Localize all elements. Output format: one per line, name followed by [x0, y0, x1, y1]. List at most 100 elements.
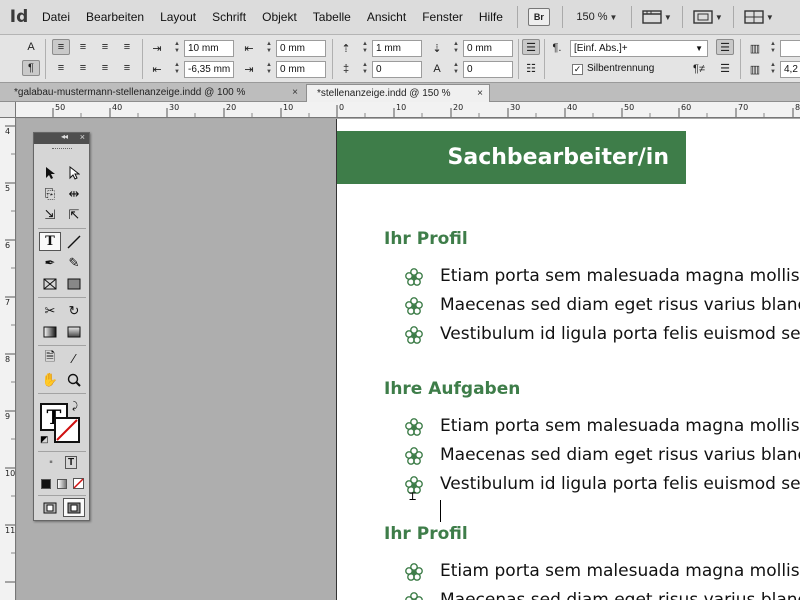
menu-ansicht[interactable]: Ansicht — [359, 0, 414, 35]
formatting-container-button[interactable]: ▪ — [42, 453, 60, 472]
menu-datei[interactable]: Datei — [34, 0, 78, 35]
menu-bearbeiten[interactable]: Bearbeiten — [78, 0, 152, 35]
line-tool[interactable] — [63, 232, 85, 251]
numbered-list-icon[interactable]: ☷ — [522, 60, 540, 76]
note-tool[interactable]: 🗎 — [39, 349, 61, 368]
collapse-panel-icon[interactable]: ◂◂ — [61, 132, 68, 141]
stroke-swatch-icon[interactable] — [54, 417, 80, 443]
paragraph-mode-icon[interactable]: ¶ — [22, 60, 40, 76]
pen-tool[interactable]: ✒ — [39, 253, 61, 272]
align-to-grid-off-icon[interactable]: ☰ — [716, 39, 734, 55]
menu-fenster[interactable]: Fenster — [414, 0, 471, 35]
align-right-icon[interactable]: ≡ — [96, 39, 114, 55]
character-mode-icon[interactable]: A — [22, 39, 40, 55]
gap-tool[interactable]: ⇹ — [63, 184, 85, 203]
section-heading-tasks[interactable]: Ihre Aufgaben — [384, 379, 520, 399]
direct-selection-tool[interactable] — [63, 163, 85, 182]
view-options-button[interactable]: ▼ — [638, 7, 676, 27]
menu-hilfe[interactable]: Hilfe — [471, 0, 511, 35]
scissors-tool[interactable]: ✂ — [39, 301, 61, 320]
horizontal-ruler[interactable]: 50 40 30 20 10 0 10 20 30 40 50 60 70 80 — [0, 102, 800, 118]
align-to-grid-on-icon[interactable]: ☰ — [716, 60, 734, 76]
justify-center-icon[interactable]: ≡ — [74, 60, 92, 76]
arrange-documents-button[interactable]: ▼ — [740, 7, 778, 27]
page-tool[interactable]: ⎘ — [39, 184, 61, 203]
default-colors-icon[interactable]: ◩ — [40, 434, 49, 445]
align-left-icon[interactable]: ≡ — [52, 39, 70, 55]
paragraph-style-dropdown[interactable]: [Einf. Abs.]+ ▼ — [570, 40, 708, 57]
normal-view-button[interactable] — [39, 498, 61, 517]
align-spine-icon[interactable]: ≡ — [118, 60, 136, 76]
screen-mode-button[interactable]: ▼ — [689, 7, 727, 27]
last-line-indent-field[interactable]: 0 mm — [276, 61, 326, 78]
preview-view-button[interactable] — [63, 498, 85, 517]
first-line-indent-field[interactable]: -6,35 mm — [184, 61, 234, 78]
rectangle-tool[interactable] — [63, 274, 85, 293]
tools-panel-header[interactable]: ◂◂ × — [34, 132, 89, 144]
tab-galabau-document[interactable]: *galabau-mustermann-stellenanzeige.indd … — [4, 84, 304, 102]
dropcap-lines-field[interactable]: 0 — [372, 61, 422, 78]
selection-tool[interactable] — [39, 163, 61, 182]
bridge-button[interactable]: Br — [527, 8, 550, 26]
pencil-tool[interactable]: ✎ — [63, 253, 85, 272]
first-line-indent-stepper[interactable]: ▲ ▼ — [172, 61, 182, 77]
menu-objekt[interactable]: Objekt — [254, 0, 305, 35]
type-tool[interactable]: T — [39, 232, 61, 251]
right-indent-field[interactable]: 0 mm — [276, 40, 326, 57]
column-span-icon: ▥ — [749, 63, 761, 76]
column-width-stepper[interactable]: ▲ ▼ — [768, 61, 778, 77]
free-transform-tool[interactable]: ↻ — [63, 301, 85, 320]
last-line-indent-stepper[interactable]: ▲ ▼ — [264, 61, 274, 77]
dropcap-chars-stepper[interactable]: ▲ ▼ — [451, 61, 461, 77]
left-indent-stepper[interactable]: ▲ ▼ — [172, 40, 182, 56]
columns-stepper[interactable]: ▲ ▼ — [768, 40, 778, 56]
hyphenation-checkbox[interactable]: ✓ — [572, 64, 583, 75]
left-indent-field[interactable]: 10 mm — [184, 40, 234, 57]
menu-schrift[interactable]: Schrift — [204, 0, 254, 35]
justify-right-icon[interactable]: ≡ — [96, 60, 114, 76]
menu-layout[interactable]: Layout — [152, 0, 204, 35]
bulleted-list-icon[interactable]: ☰ — [522, 39, 540, 55]
document-page[interactable]: Sachbearbeiter/in Ihr Profil Etiam porta… — [336, 119, 800, 600]
ruler-origin[interactable] — [0, 102, 16, 118]
close-icon[interactable]: × — [80, 132, 85, 142]
hand-tool[interactable]: ✋ — [39, 370, 61, 389]
eyedropper-tool[interactable]: ⁄ — [63, 349, 85, 368]
apply-none-button[interactable] — [70, 474, 86, 493]
space-before-field[interactable]: 1 mm — [372, 40, 422, 57]
rectangle-frame-tool[interactable] — [39, 274, 61, 293]
dropcap-lines-stepper[interactable]: ▲ ▼ — [360, 61, 370, 77]
content-placer-tool[interactable]: ⇱ — [63, 205, 85, 224]
close-icon[interactable]: × — [477, 85, 483, 102]
align-center-icon[interactable]: ≡ — [74, 39, 92, 55]
tab-stellenanzeige-document[interactable]: *stellenanzeige.indd @ 150 % × — [306, 84, 490, 102]
vertical-ruler[interactable]: 4 5 6 7 8 9 10 11 — [0, 118, 16, 600]
zoom-tool[interactable] — [63, 370, 85, 389]
space-before-stepper[interactable]: ▲ ▼ — [360, 40, 370, 56]
tools-panel[interactable]: ◂◂ × ⎘ ⇹ ⇲ ⇱ T ✒ ✎ ✂ ↻ 🗎 ⁄ ✋ T — [33, 132, 90, 521]
space-after-stepper[interactable]: ▲ ▼ — [451, 40, 461, 56]
apply-gradient-button[interactable] — [54, 474, 70, 493]
title-banner[interactable]: Sachbearbeiter/in — [337, 131, 686, 184]
close-icon[interactable]: × — [292, 84, 298, 101]
columns-field[interactable] — [780, 40, 800, 57]
panel-grip[interactable] — [52, 148, 72, 150]
column-width-field[interactable]: 4,2 — [780, 61, 800, 78]
gradient-swatch-tool[interactable] — [39, 322, 61, 341]
dropcap-chars-field[interactable]: 0 — [463, 61, 513, 78]
right-indent-stepper[interactable]: ▲ ▼ — [264, 40, 274, 56]
fill-stroke-control[interactable]: T ⤸ ◩ — [40, 401, 86, 447]
swap-fill-stroke-icon[interactable]: ⤸ — [72, 401, 78, 412]
content-collector-tool[interactable]: ⇲ — [39, 205, 61, 224]
apply-color-button[interactable] — [38, 474, 54, 493]
formatting-text-button[interactable]: T — [62, 453, 80, 472]
section-heading-profile-2[interactable]: Ihr Profil — [384, 524, 468, 544]
paragraph-mark-icon[interactable]: ¶≠ — [690, 61, 708, 77]
zoom-level-dropdown[interactable]: 150 % ▼ — [569, 7, 625, 27]
gradient-feather-tool[interactable] — [63, 322, 85, 341]
menu-tabelle[interactable]: Tabelle — [305, 0, 359, 35]
section-heading-profile[interactable]: Ihr Profil — [384, 229, 468, 249]
justify-all-icon[interactable]: ≡ — [52, 60, 70, 76]
space-after-field[interactable]: 0 mm — [463, 40, 513, 57]
justify-left-icon[interactable]: ≡ — [118, 39, 136, 55]
